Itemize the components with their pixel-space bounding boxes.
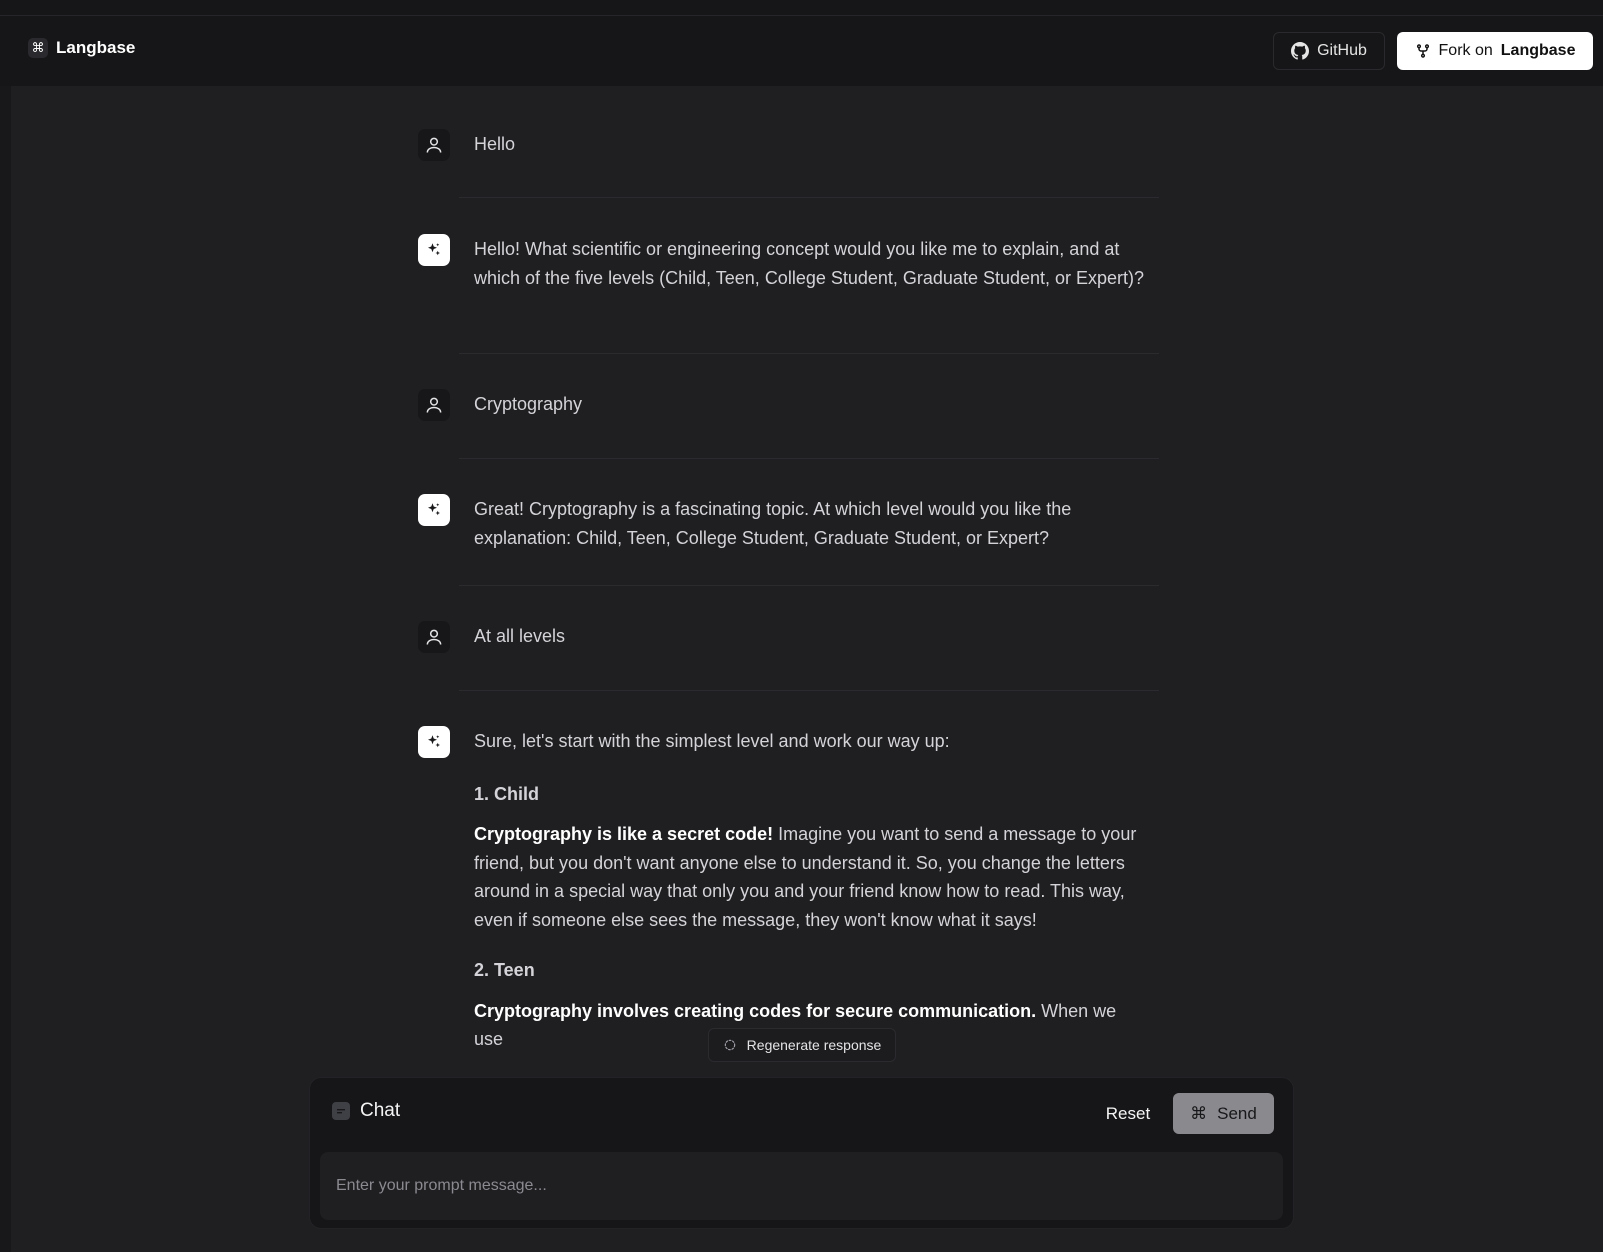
user-avatar (418, 621, 450, 653)
message-divider (459, 197, 1159, 198)
user-icon (426, 629, 442, 645)
user-message: At all levels (407, 621, 1147, 653)
user-avatar (418, 389, 450, 421)
reset-button[interactable]: Reset (1093, 1094, 1163, 1134)
composer-title: Chat (332, 1100, 400, 1122)
left-edge (0, 86, 11, 1252)
message-divider (459, 585, 1159, 586)
send-label: Send (1217, 1103, 1257, 1123)
section-lead: Cryptography involves creating codes for… (474, 1000, 1037, 1021)
command-icon: ⌘ (1190, 1103, 1208, 1123)
user-avatar (418, 129, 450, 161)
message-text: Great! Cryptography is a fascinating top… (474, 499, 1072, 548)
sparkles-icon (428, 503, 440, 516)
assistant-message: Sure, let's start with the simplest leve… (407, 726, 1147, 1054)
section-lead: Cryptography is like a secret code! (474, 824, 774, 844)
github-label: GitHub (1317, 42, 1367, 59)
brand-logo[interactable]: ⌘ Langbase (28, 38, 135, 58)
assistant-avatar (418, 494, 450, 526)
message-divider (459, 353, 1159, 354)
user-message: Hello (407, 129, 1147, 161)
assistant-avatar (418, 726, 450, 758)
top-bar: ⌘ Langbase GitHub Fork on Langbase (0, 16, 1603, 86)
brand-name: Langbase (56, 38, 136, 57)
message-divider (459, 458, 1159, 459)
regenerate-button[interactable]: Regenerate response (708, 1028, 896, 1062)
prompt-input[interactable] (320, 1152, 1283, 1220)
assistant-avatar (418, 234, 450, 266)
section-paragraph: Cryptography is like a secret code! Imag… (474, 820, 1147, 934)
message-divider (459, 690, 1159, 691)
message-text: Hello (474, 134, 516, 154)
fork-prefix: Fork on (1438, 42, 1493, 59)
regenerate-label: Regenerate response (746, 1037, 882, 1053)
github-button[interactable]: GitHub (1273, 32, 1385, 70)
user-icon (426, 137, 442, 153)
github-icon (1291, 42, 1310, 60)
command-icon: ⌘ (28, 38, 48, 58)
section-heading: 1. Child (474, 783, 540, 804)
message-text: At all levels (474, 626, 566, 646)
user-message: Cryptography (407, 389, 1147, 421)
message-text: Hello! What scientific or engineering co… (474, 239, 1145, 288)
section-heading: 2. Teen (474, 960, 535, 980)
composer-title-text: Chat (360, 1100, 401, 1121)
message-intro: Sure, let's start with the simplest leve… (474, 731, 950, 751)
refresh-icon (724, 1039, 735, 1051)
chat-composer: Chat Reset ⌘ Send (309, 1077, 1294, 1229)
chat-icon (332, 1102, 350, 1120)
assistant-message: Great! Cryptography is a fascinating top… (407, 494, 1147, 552)
assistant-message: Hello! What scientific or engineering co… (407, 234, 1147, 292)
fork-button[interactable]: Fork on Langbase (1397, 32, 1593, 70)
send-button[interactable]: ⌘ Send (1173, 1093, 1274, 1134)
git-fork-icon (1416, 44, 1429, 58)
sparkles-icon (428, 243, 440, 256)
user-icon (426, 397, 442, 413)
message-text: Cryptography (474, 394, 583, 414)
fork-brand: Langbase (1500, 42, 1576, 59)
sparkles-icon (428, 735, 440, 748)
